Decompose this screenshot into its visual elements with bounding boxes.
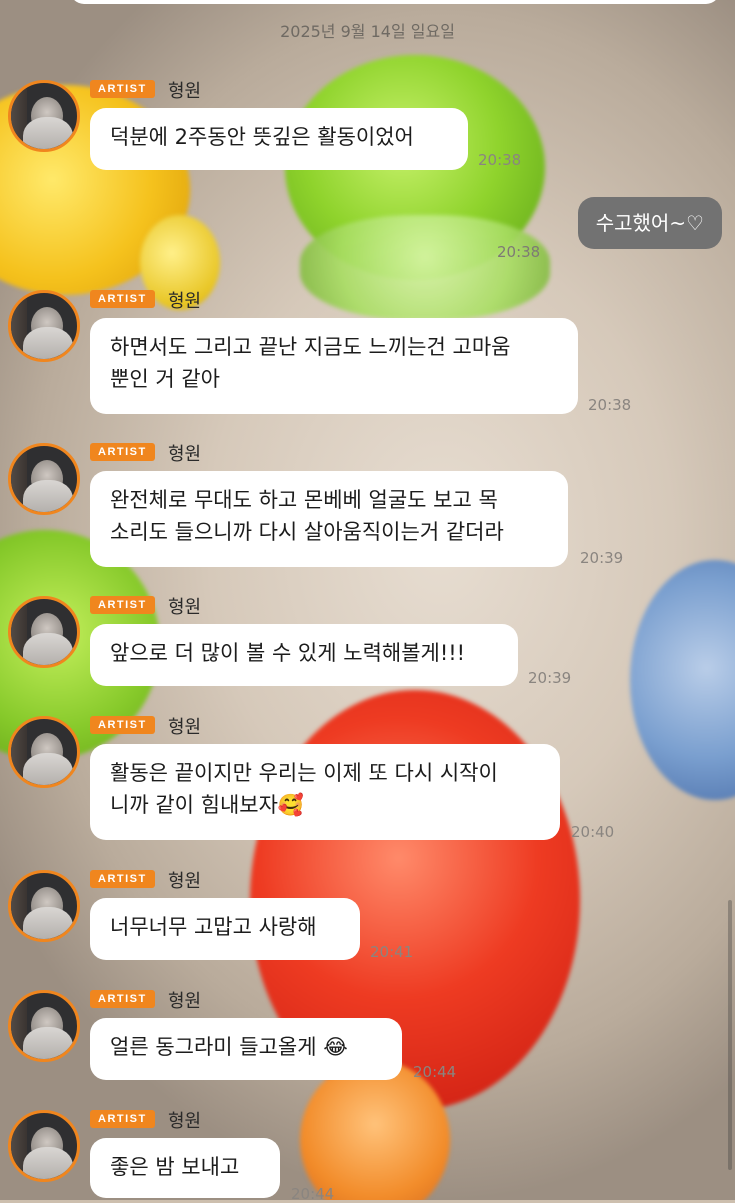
avatar[interactable] [8,870,80,942]
sender-name: 형원 [168,81,202,102]
message-line: 니까 같이 힘내보자🥰 [110,793,305,817]
message-line: 너무너무 고맙고 사랑해 [110,915,317,939]
message-bubble[interactable]: 너무너무 고맙고 사랑해 [90,898,360,960]
date-header: 2025년 9월 14일 일요일 [280,22,455,41]
sender-name: 형원 [168,1111,202,1132]
sender-name: 형원 [168,871,202,892]
message-line: 앞으로 더 많이 볼 수 있게 노력해볼게!!! [110,641,466,665]
message-bubble[interactable]: 하면서도 그리고 끝난 지금도 느끼는건 고마움 뿐인 거 같아 [90,318,578,414]
message-bubble[interactable]: 완전체로 무대도 하고 몬베베 얼굴도 보고 목 소리도 들으니까 다시 살아움… [90,471,568,567]
sender-name: 형원 [168,991,202,1012]
message-line: 하면서도 그리고 끝난 지금도 느끼는건 고마움 [110,335,511,359]
avatar[interactable] [8,80,80,152]
my-message-time: 20:38 [497,243,541,261]
avatar[interactable] [8,990,80,1062]
sender-name: 형원 [168,597,202,618]
message-line: 덕분에 2주동안 뜻깊은 활동이었어 [110,125,414,149]
avatar[interactable] [8,716,80,788]
message-time: 20:44 [413,1063,457,1081]
message-time: 20:39 [580,549,624,567]
message-line: 활동은 끝이지만 우리는 이제 또 다시 시작이 [110,761,498,785]
message-bubble[interactable]: 좋은 밤 보내고 [90,1138,280,1198]
sender-name: 형원 [168,291,202,312]
message-bubble[interactable]: 얼른 동그라미 들고올게 😂 [90,1018,402,1080]
previous-message-edge [70,0,720,4]
avatar[interactable] [8,443,80,515]
message-line: 좋은 밤 보내고 [110,1155,240,1179]
message-line: 얼른 동그라미 들고올게 😂 [110,1035,348,1059]
message-time: 20:38 [478,151,522,169]
message-bubble[interactable]: 활동은 끝이지만 우리는 이제 또 다시 시작이 니까 같이 힘내보자🥰 [90,744,560,840]
artist-badge: ARTIST [90,990,155,1008]
message-line: 완전체로 무대도 하고 몬베베 얼굴도 보고 목 [110,488,498,512]
background-green-turtle-legs [300,215,550,320]
scrollbar[interactable] [728,900,732,1170]
message-time: 20:44 [291,1185,335,1203]
artist-badge: ARTIST [90,443,155,461]
avatar[interactable] [8,596,80,668]
sender-name: 형원 [168,444,202,465]
sender-name: 형원 [168,717,202,738]
artist-badge: ARTIST [90,596,155,614]
message-time: 20:39 [528,669,572,687]
message-time: 20:38 [588,396,632,414]
artist-badge: ARTIST [90,870,155,888]
my-message-bubble[interactable]: 수고했어~♡ [577,197,722,249]
message-line: 뿐인 거 같아 [110,367,220,391]
message-bubble[interactable]: 앞으로 더 많이 볼 수 있게 노력해볼게!!! [90,624,518,686]
message-time: 20:40 [571,823,615,841]
my-message-text: 수고했어~♡ [595,211,704,235]
avatar[interactable] [8,1110,80,1182]
message-time: 20:41 [370,943,414,961]
background-blue-turtle [630,560,735,800]
artist-badge: ARTIST [90,80,155,98]
artist-badge: ARTIST [90,290,155,308]
artist-badge: ARTIST [90,1110,155,1128]
avatar[interactable] [8,290,80,362]
message-line: 소리도 들으니까 다시 살아움직이는거 같더라 [110,520,504,544]
message-bubble[interactable]: 덕분에 2주동안 뜻깊은 활동이었어 [90,108,468,170]
artist-badge: ARTIST [90,716,155,734]
